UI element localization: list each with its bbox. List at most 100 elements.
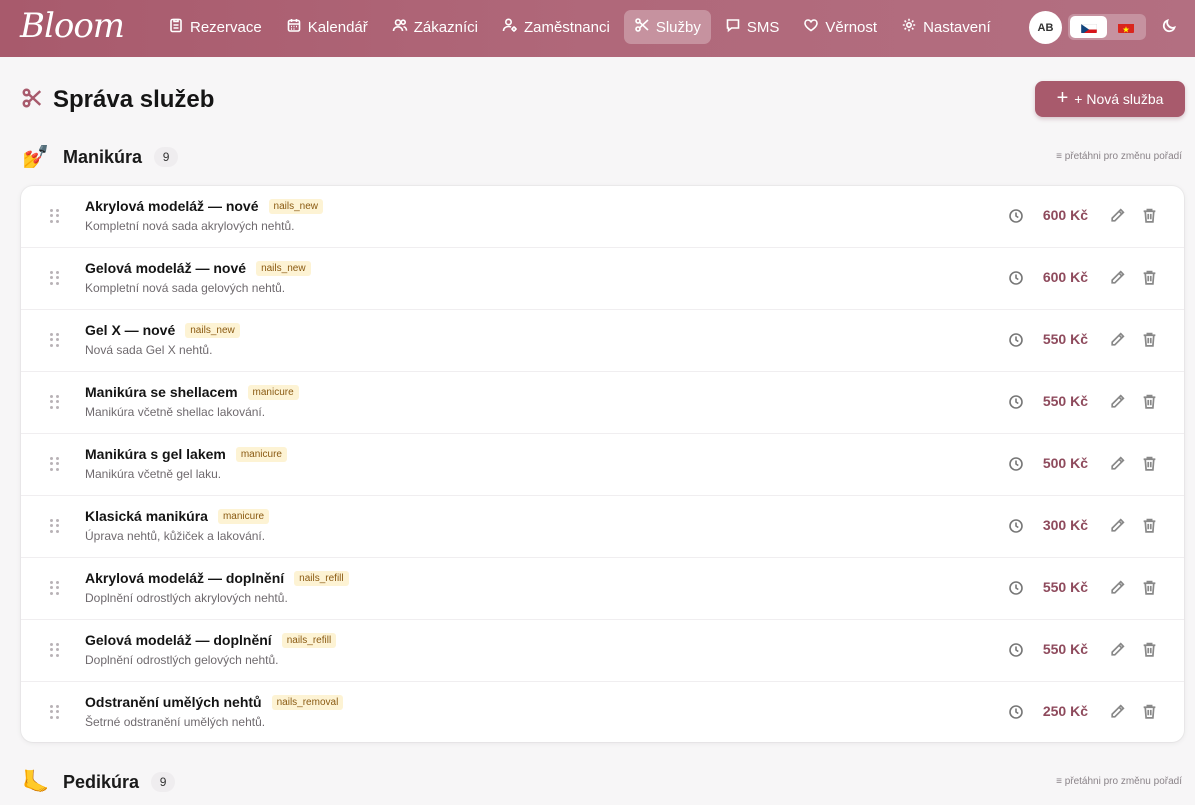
drag-handle-icon[interactable] — [50, 457, 60, 471]
service-price: 600 Kč — [1042, 207, 1088, 223]
section-header-manikura: 💅 Manikúra 9 ≡ přetáhni pro změnu pořadí — [22, 143, 1182, 171]
avatar[interactable]: AB — [1029, 11, 1062, 44]
new-service-button[interactable]: + + Nová služba — [1035, 81, 1185, 117]
language-switcher — [1068, 14, 1146, 40]
service-name: Manikúra s gel lakem — [85, 446, 226, 462]
drag-hint: ≡ přetáhni pro změnu pořadí — [1056, 151, 1182, 162]
service-tag: nails_removal — [271, 694, 344, 710]
calendar-icon — [286, 17, 302, 37]
section-header-pedikura: 🦶 Pedikúra 9 ≡ přetáhni pro změnu pořadí — [22, 768, 1182, 796]
trash-icon[interactable] — [1141, 579, 1159, 597]
service-description: Nová sada Gel X nehtů. — [85, 343, 213, 357]
lang-button-vi[interactable] — [1107, 16, 1144, 38]
services-list-manikura: Akrylová modeláž — nové nails_new Komple… — [21, 186, 1184, 742]
service-name: Akrylová modeláž — nové — [85, 198, 259, 214]
count-badge: 9 — [154, 147, 179, 167]
drag-handle-icon[interactable] — [50, 271, 60, 285]
nav-item-vernost[interactable]: Věrnost — [793, 10, 887, 44]
pencil-icon[interactable] — [1109, 517, 1127, 535]
pencil-icon[interactable] — [1109, 207, 1127, 225]
service-tag: nails_new — [268, 198, 323, 214]
drag-handle-icon[interactable] — [50, 643, 60, 657]
app-logo[interactable]: Bloom — [20, 6, 125, 46]
drag-handle-icon[interactable] — [50, 581, 60, 595]
clock-icon — [1008, 704, 1024, 720]
service-price: 500 Kč — [1042, 455, 1088, 471]
drag-handle-icon[interactable] — [50, 519, 60, 533]
clipboard-icon — [168, 17, 184, 37]
drag-handle-icon[interactable] — [50, 395, 60, 409]
drag-handle-icon[interactable] — [50, 705, 60, 719]
service-description: Úprava nehtů, kůžiček a lakování. — [85, 529, 266, 543]
service-row: Odstranění umělých nehtů nails_removal Š… — [21, 682, 1184, 742]
pencil-icon[interactable] — [1109, 331, 1127, 349]
service-price: 600 Kč — [1042, 269, 1088, 285]
trash-icon[interactable] — [1141, 703, 1159, 721]
message-icon — [725, 17, 741, 37]
trash-icon[interactable] — [1141, 269, 1159, 287]
trash-icon[interactable] — [1141, 331, 1159, 349]
gear-icon — [901, 17, 917, 37]
nav-item-label: Věrnost — [825, 18, 878, 36]
trash-icon[interactable] — [1141, 207, 1159, 225]
pencil-icon[interactable] — [1109, 703, 1127, 721]
trash-icon[interactable] — [1141, 393, 1159, 411]
nav-item-zamestnanci[interactable]: Zaměstnanci — [492, 10, 620, 44]
main-nav: Rezervace Kalendář Zákazníci Zaměstnanci… — [158, 10, 1001, 44]
clock-icon — [1008, 270, 1024, 286]
service-price: 550 Kč — [1042, 393, 1088, 409]
nav-item-label: SMS — [746, 18, 780, 36]
section-title: Pedikúra — [63, 771, 140, 792]
nav-item-zakaznici[interactable]: Zákazníci — [382, 10, 488, 44]
pencil-icon[interactable] — [1109, 641, 1127, 659]
pencil-icon[interactable] — [1109, 393, 1127, 411]
service-price: 250 Kč — [1042, 703, 1088, 719]
theme-toggle-button[interactable] — [1158, 17, 1180, 39]
trash-icon[interactable] — [1141, 517, 1159, 535]
trash-icon[interactable] — [1141, 455, 1159, 473]
top-navigation-bar: Bloom Rezervace Kalendář Zákazníci Zaměs… — [0, 0, 1195, 57]
service-tag: nails_new — [185, 322, 240, 338]
section-title: Manikúra — [63, 146, 143, 167]
service-tag: manicure — [247, 384, 299, 400]
lang-button-cs[interactable] — [1070, 16, 1107, 38]
user-cog-icon — [502, 17, 518, 37]
page-title: Správa služeb — [53, 86, 215, 113]
nav-item-nastaveni[interactable]: Nastavení — [891, 10, 1001, 44]
nav-item-label: Nastavení — [923, 18, 991, 36]
scissors-icon — [21, 87, 43, 114]
service-row: Gel X — nové nails_new Nová sada Gel X n… — [21, 310, 1184, 372]
service-row: Akrylová modeláž — nové nails_new Komple… — [21, 186, 1184, 248]
drag-handle-icon[interactable] — [50, 333, 60, 347]
pencil-icon[interactable] — [1109, 579, 1127, 597]
service-tag: nails_refill — [281, 632, 337, 648]
trash-icon[interactable] — [1141, 641, 1159, 659]
nav-item-sluzby[interactable]: Služby — [623, 10, 711, 44]
czech-flag-icon — [1080, 22, 1097, 33]
clock-icon — [1008, 518, 1024, 534]
service-row: Manikúra s gel lakem manicure Manikúra v… — [21, 434, 1184, 496]
service-row: Akrylová modeláž — doplnění nails_refill… — [21, 558, 1184, 620]
clock-icon — [1008, 208, 1024, 224]
nav-item-kalendar[interactable]: Kalendář — [276, 10, 378, 44]
service-name: Manikúra se shellacem — [85, 384, 238, 400]
service-description: Kompletní nová sada akrylových nehtů. — [85, 219, 295, 233]
service-row: Klasická manikúra manicure Úprava nehtů,… — [21, 496, 1184, 558]
pencil-icon[interactable] — [1109, 269, 1127, 287]
page-header: Správa služeb — [21, 85, 214, 115]
scissors-icon — [634, 17, 650, 37]
nav-item-rezervace[interactable]: Rezervace — [158, 10, 272, 44]
service-price: 550 Kč — [1042, 331, 1088, 347]
pencil-icon[interactable] — [1109, 455, 1127, 473]
nav-item-label: Kalendář — [307, 18, 368, 36]
clock-icon — [1008, 642, 1024, 658]
service-name: Akrylová modeláž — doplnění — [85, 570, 285, 586]
nav-item-label: Služby — [655, 18, 701, 36]
drag-handle-icon[interactable] — [50, 209, 60, 223]
service-name: Gel X — nové — [85, 322, 176, 338]
service-description: Doplnění odrostlých gelových nehtů. — [85, 653, 279, 667]
service-description: Šetrné odstranění umělých nehtů. — [85, 715, 266, 729]
service-name: Gelová modeláž — nové — [85, 260, 247, 276]
vietnam-flag-icon — [1117, 22, 1134, 33]
nav-item-sms[interactable]: SMS — [715, 10, 790, 44]
